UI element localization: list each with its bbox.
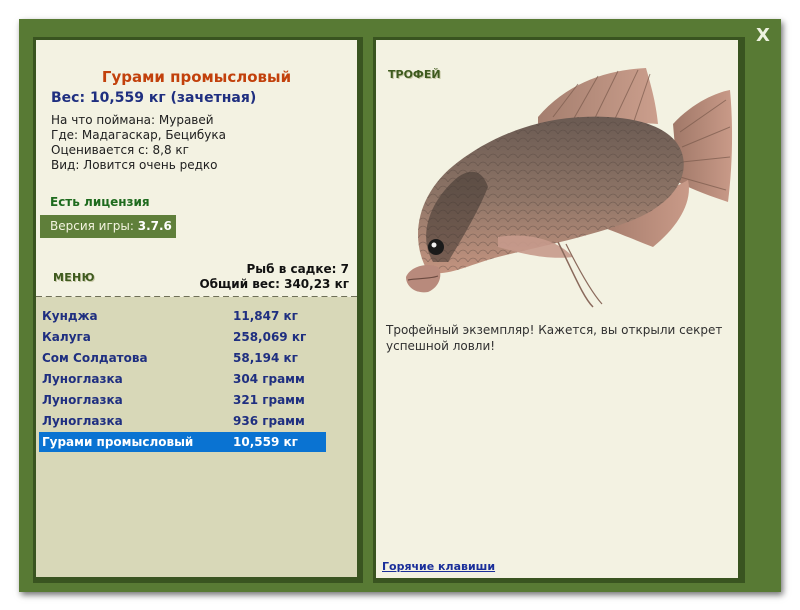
catch-weight: 258,069 кг (233, 330, 307, 344)
catch-row[interactable]: Луноглазка 304 грамм (39, 369, 326, 389)
catch-name: Калуга (42, 330, 91, 344)
catch-row[interactable]: Калуга 258,069 кг (39, 327, 326, 347)
hotkeys-link[interactable]: Горячие клавиши (382, 560, 495, 573)
catch-weight: 321 грамм (233, 393, 305, 407)
catch-list: Кунджа 11,847 кг Калуга 258,069 кг Сом Сол… (36, 297, 357, 577)
catch-row-selected[interactable]: Гурами промысловый 10,559 кг (39, 432, 326, 452)
fish-location: Где: Мадагаскар, Бецибука (51, 128, 227, 142)
license-status: Есть лицензия (50, 195, 150, 209)
fish-value: Оценивается с: 8,8 кг (51, 143, 189, 157)
fish-title: Гурами промысловый (101, 68, 292, 86)
version-badge: Версия игры: 3.7.6 (40, 215, 176, 238)
catch-weight: 10,559 кг (233, 435, 298, 449)
fish-image (406, 68, 733, 308)
catch-row[interactable]: Луноглазка 321 грамм (39, 390, 326, 410)
fish-info-section: Гурами промысловый Вес: 10,559 кг (зачет… (36, 40, 357, 297)
trophy-description: Трофейный экземпляр! Кажется, вы открыли… (386, 323, 723, 353)
cage-summary: Рыб в садке: 7 Общий вес: 340,23 кг (199, 262, 349, 292)
fish-weight: Вес: 10,559 кг (зачетная) (51, 90, 257, 106)
catch-name: Луноглазка (42, 393, 123, 407)
left-panel: Гурами промысловый Вес: 10,559 кг (зачет… (33, 37, 363, 583)
version-value: 3.7.6 (137, 219, 172, 233)
close-button[interactable]: X (752, 26, 774, 46)
fish-rarity: Вид: Ловится очень редко (51, 158, 218, 172)
catch-name: Гурами промысловый (42, 435, 194, 449)
trophy-label: ТРОФЕЙ (388, 68, 441, 81)
catch-name: Кунджа (42, 309, 98, 323)
version-label: Версия игры: (50, 219, 134, 233)
catch-weight: 936 грамм (233, 414, 305, 428)
catch-weight: 58,194 кг (233, 351, 298, 365)
catch-row[interactable]: Сом Солдатова 58,194 кг (39, 348, 326, 368)
catch-row[interactable]: Луноглазка 936 грамм (39, 411, 326, 431)
catch-name: Луноглазка (42, 372, 123, 386)
catch-weight: 11,847 кг (233, 309, 298, 323)
catch-row[interactable]: Кунджа 11,847 кг (39, 306, 326, 326)
fish-bait: На что поймана: Муравей (51, 113, 214, 127)
catch-name: Луноглазка (42, 414, 123, 428)
catch-weight: 304 грамм (233, 372, 305, 386)
trophy-section: ТРОФЕЙ Трофейный экземпляр! Кажется, вы … (376, 40, 738, 578)
cage-total-weight: Общий вес: 340,23 кг (199, 277, 349, 291)
right-panel: ТРОФЕЙ Трофейный экземпляр! Кажется, вы … (373, 37, 745, 583)
cage-count: Рыб в садке: 7 (246, 262, 350, 276)
catch-name: Сом Солдатова (42, 351, 148, 365)
menu-button[interactable]: МЕНЮ (53, 271, 95, 284)
